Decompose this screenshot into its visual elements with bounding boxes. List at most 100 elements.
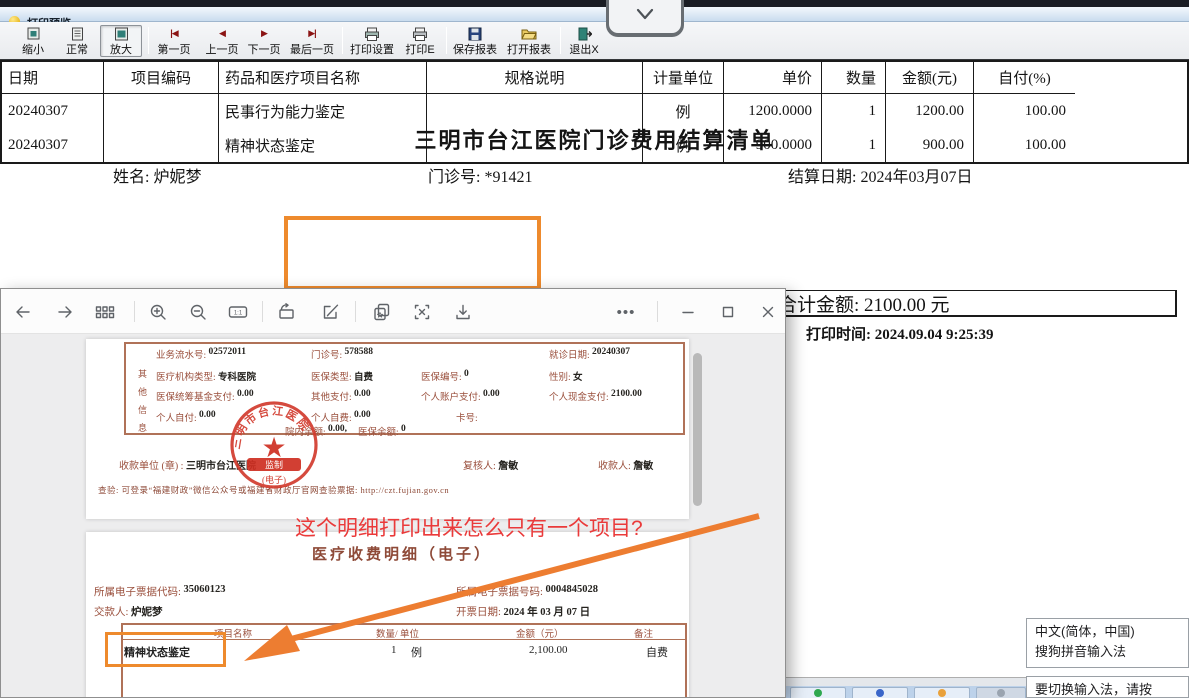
taskbar-item[interactable] [914,687,970,698]
receipt-clinic-no: 门诊号: 578588 [311,347,374,361]
zoom-in-button[interactable]: 放大 [100,25,142,57]
orange-highlight-box-items [284,216,541,290]
receipt-self-pay: 个人自付: 0.00 [156,410,216,424]
zoom-out-icon[interactable] [188,302,208,322]
viewer-scrollbar[interactable] [693,353,702,506]
col-header-unit: 计量单位 [643,62,724,94]
detail-col-note: 备注 [634,630,654,640]
toolbar-separator [446,27,447,54]
actual-size-icon[interactable]: 1:1 [228,302,248,322]
receipt-insure-type: 医保类型: 自费 [311,373,374,383]
forward-icon[interactable] [55,302,75,322]
normal-zoom-icon [70,26,85,41]
taskbar-app-icon [814,689,822,697]
zoom-out-button[interactable]: 缩小 [14,25,52,57]
save-report-icon [468,26,482,41]
taskbar-app-icon [876,689,884,697]
receipt-gender: 性别: 女 [549,373,583,383]
last-page-icon: ▶| [308,28,317,38]
open-report-icon [521,26,537,41]
ime-name: 搜狗拼音输入法 [1035,644,1127,659]
receipt-page-2: 医疗收费明细（电子） 所属电子票据代码: 35060123 所属电子票据号码: … [86,532,689,697]
receipt-card-no: 卡号: [456,414,478,424]
first-page-button[interactable]: |◀ 第一页 [152,25,196,57]
col-header-code: 项目编码 [104,62,219,94]
ime-hint: 要切换输入法，请按 [1035,682,1153,697]
more-options-icon[interactable]: ••• [616,302,636,322]
print-setup-icon [364,26,380,41]
prev-page-button[interactable]: ◀ 上一页 [202,25,242,57]
col-header-date: 日期 [2,62,104,94]
viewer-toolbar: 1:1 ••• [1,289,785,334]
background-app-strip [0,0,1189,7]
edit-icon[interactable] [321,302,341,322]
red-question-annotation: 这个明细打印出来怎么只有一个项目? [295,517,643,540]
open-report-button[interactable]: 打开报表 [504,25,554,57]
thumbnails-icon[interactable] [95,302,115,322]
receipt-insure-balance: 医保余额: 0 [358,424,406,438]
detail-col-amount: 金额（元） [516,630,564,640]
last-page-button[interactable]: ▶| 最后一页 [286,25,338,57]
patient-name: 姓名: 炉妮梦 [113,169,202,186]
taskbar-app-icon [997,689,1005,697]
col-header-selfpay: 自付(%) [974,62,1075,94]
detail-bill-date: 开票日期: 2024 年 03 月 07 日 [456,607,591,618]
hospital-seal: 三明市台江医院 ★ 监制 (电子) [230,401,318,489]
svg-text:监制: 监制 [265,459,283,470]
text-recognition-icon[interactable] [412,302,432,322]
viewer-content: 其他信息 业务流水号: 02572011 门诊号: 578588 就诊日期: 2… [1,334,785,697]
receipt-viewer-window[interactable]: 1:1 ••• 其他信息 业务流水号: 02572011 门诊号: 578588… [0,288,786,698]
receipt-serial: 业务流水号: 02572011 [156,347,246,361]
rotate-icon[interactable] [277,302,297,322]
detail-row-unit: 例 [411,647,422,659]
next-page-icon: ▶ [261,28,268,38]
exit-button[interactable]: 退出X [564,25,604,57]
taskbar-item[interactable] [852,687,908,698]
next-page-button[interactable]: ▶ 下一页 [244,25,284,57]
viewer-separator [657,301,658,322]
visit-number: 门诊号: *91421 [428,169,533,186]
preview-toolbar: 缩小 正常 放大 |◀ 第一页 ◀ 上一页 ▶ 下一页 ▶| 最后一页 打印设置… [0,22,1189,60]
maximize-icon[interactable] [718,302,738,322]
print-time: 打印时间: 2024.09.04 9:25:39 [806,327,994,343]
taskbar-item[interactable] [790,687,846,698]
detail-col-qty: 数量/ 单位 [376,630,420,640]
detail-row-note: 自费 [646,647,668,659]
receipt-account-pay: 个人账户支付: 0.00 [421,389,500,403]
detail-payer: 交款人: 炉妮梦 [94,607,163,618]
prev-page-icon: ◀ [219,28,226,38]
detail-bill-code: 所属电子票据代码: 35060123 [94,584,226,598]
detail-row-qty: 1 [391,644,397,656]
toolbar-reveal-tab[interactable] [606,0,684,37]
receipt-page-1: 其他信息 业务流水号: 02572011 门诊号: 578588 就诊日期: 2… [86,339,689,519]
close-icon[interactable] [758,302,778,322]
print-button[interactable]: 打印E [400,25,440,57]
minimize-icon[interactable] [678,302,698,322]
copy-page-icon[interactable] [372,302,392,322]
download-icon[interactable] [453,302,473,322]
viewer-separator [355,301,356,322]
print-icon [412,26,428,41]
col-header-item-name: 药品和医疗项目名称 [219,62,427,94]
orange-highlight-box-detail [105,632,226,667]
taskbar-app-icon [938,689,946,697]
col-header-spec: 规格说明 [427,62,643,94]
ime-language: 中文(简体，中国) [1035,624,1135,639]
save-report-button[interactable]: 保存报表 [450,25,500,57]
preview-titlebar[interactable]: 打印预览 [0,7,1189,30]
normal-zoom-button[interactable]: 正常 [58,25,96,57]
receipt-insure-no: 医保编号: 0 [421,369,469,383]
print-setup-button[interactable]: 打印设置 [346,25,398,57]
svg-text:(电子): (电子) [262,474,286,485]
col-header-qty: 数量 [822,62,886,94]
col-header-price: 单价 [724,62,822,94]
toolbar-separator [342,27,343,54]
taskbar-item[interactable] [976,687,1026,698]
receipt-reviewer: 复核人: 詹敏 [463,461,519,472]
viewer-separator [262,301,263,322]
zoom-in-icon[interactable] [148,302,168,322]
receipt-org-type: 医疗机构类型: 专科医院 [156,373,257,383]
receipt-cashier: 收款人: 詹敏 [598,461,654,472]
back-icon[interactable] [13,302,33,322]
receipt-visit-date: 就诊日期: 20240307 [549,347,631,361]
